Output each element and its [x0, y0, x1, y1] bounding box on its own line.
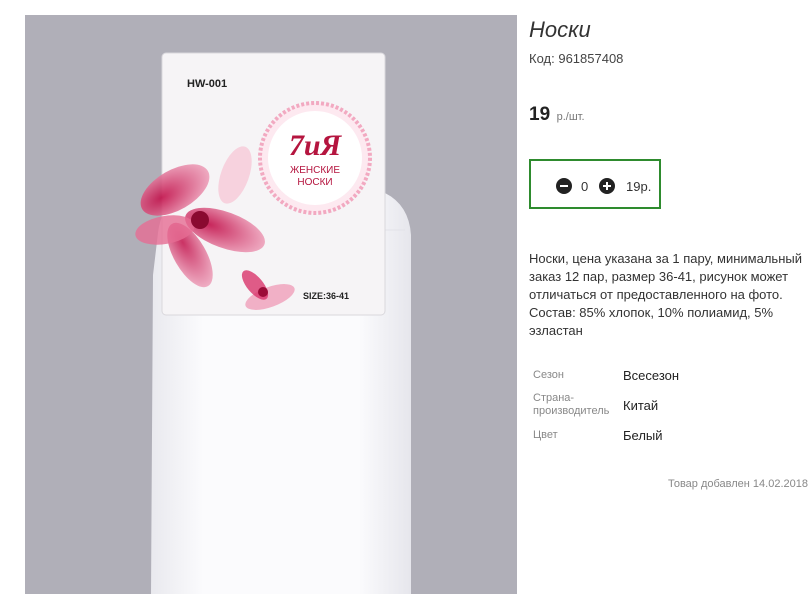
property-value: Всесезон	[623, 368, 680, 383]
property-label: Сезон	[533, 369, 564, 381]
property-value: Китай	[623, 398, 659, 413]
brand-subtitle-2: НОСКИ	[297, 177, 332, 188]
property-label: Страна-производитель	[533, 392, 610, 417]
quantity-stepper: 0 19р.	[529, 159, 661, 209]
size-label: SIZE:36-41	[303, 291, 349, 301]
product-code-row: Код: 961857408	[529, 51, 623, 66]
product-code-label: Код:	[529, 51, 555, 66]
product-code: 961857408	[558, 51, 624, 66]
product-info: Носки Код: 961857408 19 р./шт. 0 19р. Но…	[529, 0, 811, 594]
price-unit: р./шт.	[556, 111, 585, 123]
brand-subtitle-1: ЖЕНСКИЕ	[290, 165, 340, 176]
quantity-value[interactable]: 0	[581, 179, 588, 194]
date-added: Товар добавлен 14.02.2018	[667, 478, 808, 490]
property-label: Цвет	[533, 429, 558, 441]
model-code: HW-001	[187, 78, 227, 90]
minus-circle-icon[interactable]	[556, 178, 572, 194]
property-value: Белый	[623, 428, 663, 443]
brand-logo: 7иЯ	[289, 129, 343, 162]
plus-circle-icon[interactable]	[599, 178, 615, 194]
price-value: 19	[529, 104, 551, 125]
quantity-total: 19р.	[626, 179, 652, 194]
price-row: 19 р./шт.	[529, 104, 585, 126]
product-photo[interactable]: 7иЯ ЖЕНСКИЕ НОСКИ HW-001 SIZE:36-41	[25, 15, 517, 594]
sock-image: 7иЯ ЖЕНСКИЕ НОСКИ HW-001 SIZE:36-41	[135, 52, 411, 594]
product-description: Носки, цена указана за 1 пару, минимальн…	[529, 251, 802, 338]
product-title: Носки	[529, 17, 591, 42]
